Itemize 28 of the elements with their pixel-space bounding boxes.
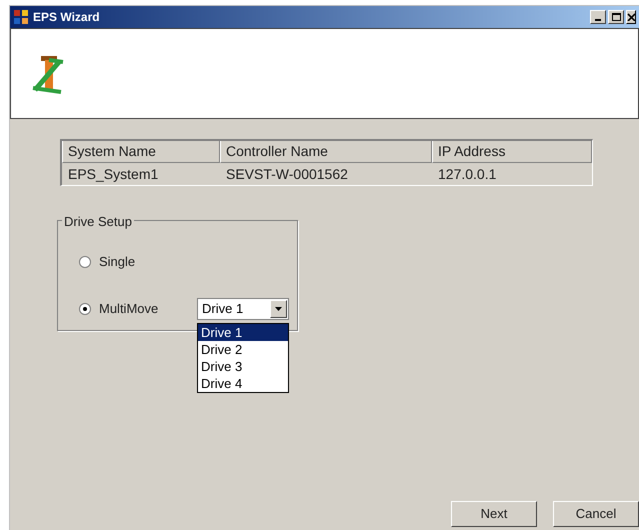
maximize-icon [612,13,620,21]
column-header[interactable]: System Name [62,141,220,163]
caret-icon [275,307,282,311]
maximize-button[interactable] [608,10,624,24]
dropdown-value: Drive 1 [202,300,244,318]
window-title: EPS Wizard [33,9,101,26]
table-cell-text: EPS_System1 [67,164,160,184]
table-cell-text: SEVST-W-0001562 [225,164,349,184]
app-icon [13,9,29,25]
drive-dropdown[interactable]: Drive 1 [197,298,289,320]
radio-label[interactable]: Single [99,252,189,272]
dropdown-toggle[interactable] [270,300,287,318]
dropdown-option[interactable]: Drive 3 [198,358,288,375]
dialog-button[interactable]: Next [451,501,537,527]
dropdown-option[interactable]: Drive 1 [198,324,288,341]
dropdown-option[interactable]: Drive 4 [198,375,288,392]
radio-button[interactable] [79,256,91,268]
close-icon [627,13,635,21]
minimize-icon [595,19,601,21]
radio-button[interactable] [79,303,91,315]
column-header[interactable]: IP Address [432,141,592,163]
column-header[interactable]: Controller Name [220,141,432,163]
dialog-button[interactable]: Cancel [553,501,639,527]
dropdown-option[interactable]: Drive 2 [198,341,288,358]
table-cell-text: 127.0.0.1 [437,164,498,184]
close-button[interactable] [626,10,636,24]
radio-label[interactable]: MultiMove [99,299,189,319]
minimize-button[interactable] [590,10,606,24]
